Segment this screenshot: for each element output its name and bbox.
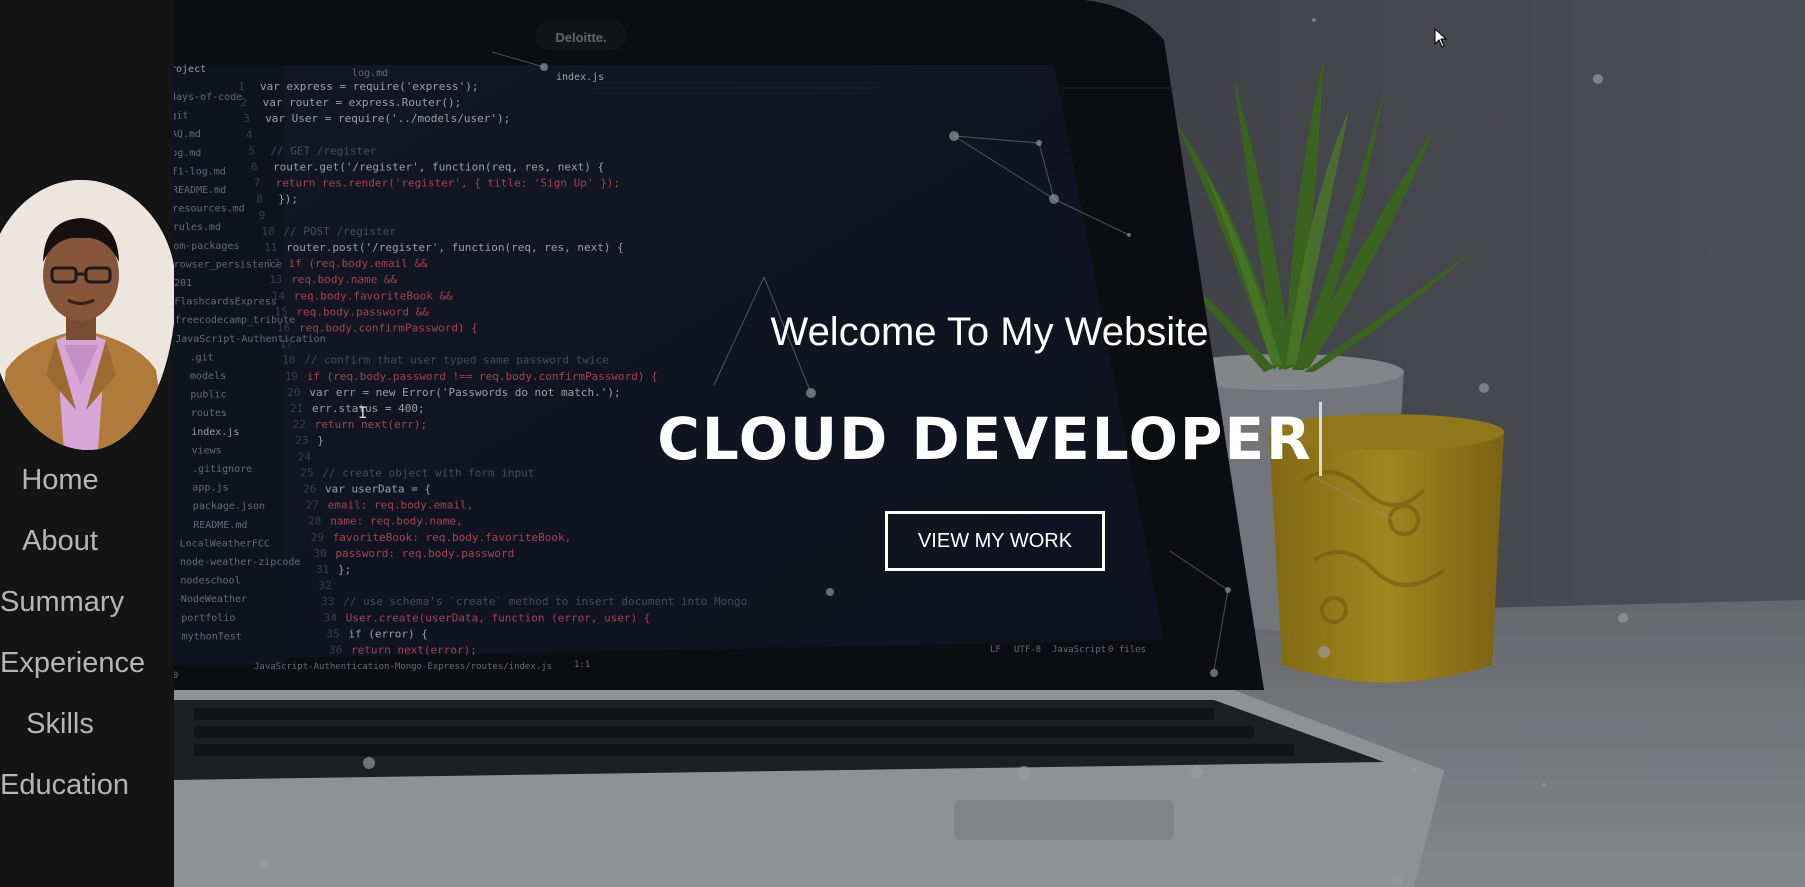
main-nav: Home About Summary Experience Skills Edu… (0, 456, 145, 822)
sidebar: Home About Summary Experience Skills Edu… (0, 0, 174, 887)
nav-item-skills[interactable]: Skills (0, 700, 120, 761)
headline-text: CLOUD DEVELOPER (657, 405, 1313, 473)
text-cursor-icon: I (358, 403, 368, 422)
typed-headline: CLOUD DEVELOPER (174, 401, 1805, 476)
view-my-work-button[interactable]: VIEW MY WORK (885, 511, 1105, 571)
portfolio-page: Home About Summary Experience Skills Edu… (0, 0, 1805, 887)
nav-item-experience[interactable]: Experience (0, 639, 145, 700)
profile-photo (0, 180, 174, 450)
nav-item-home[interactable]: Home (0, 456, 120, 517)
hero-section: Deloitte. days-of-codegitAQ.mdog.mdf1-lo… (174, 0, 1805, 887)
mouse-pointer-icon (1434, 28, 1448, 48)
nav-item-summary[interactable]: Summary (0, 578, 124, 639)
typing-caret (1318, 401, 1322, 476)
nav-item-education[interactable]: Education (0, 761, 129, 822)
welcome-heading: Welcome To My Website (770, 310, 1209, 354)
nav-item-about[interactable]: About (0, 517, 120, 578)
avatar (0, 180, 174, 450)
